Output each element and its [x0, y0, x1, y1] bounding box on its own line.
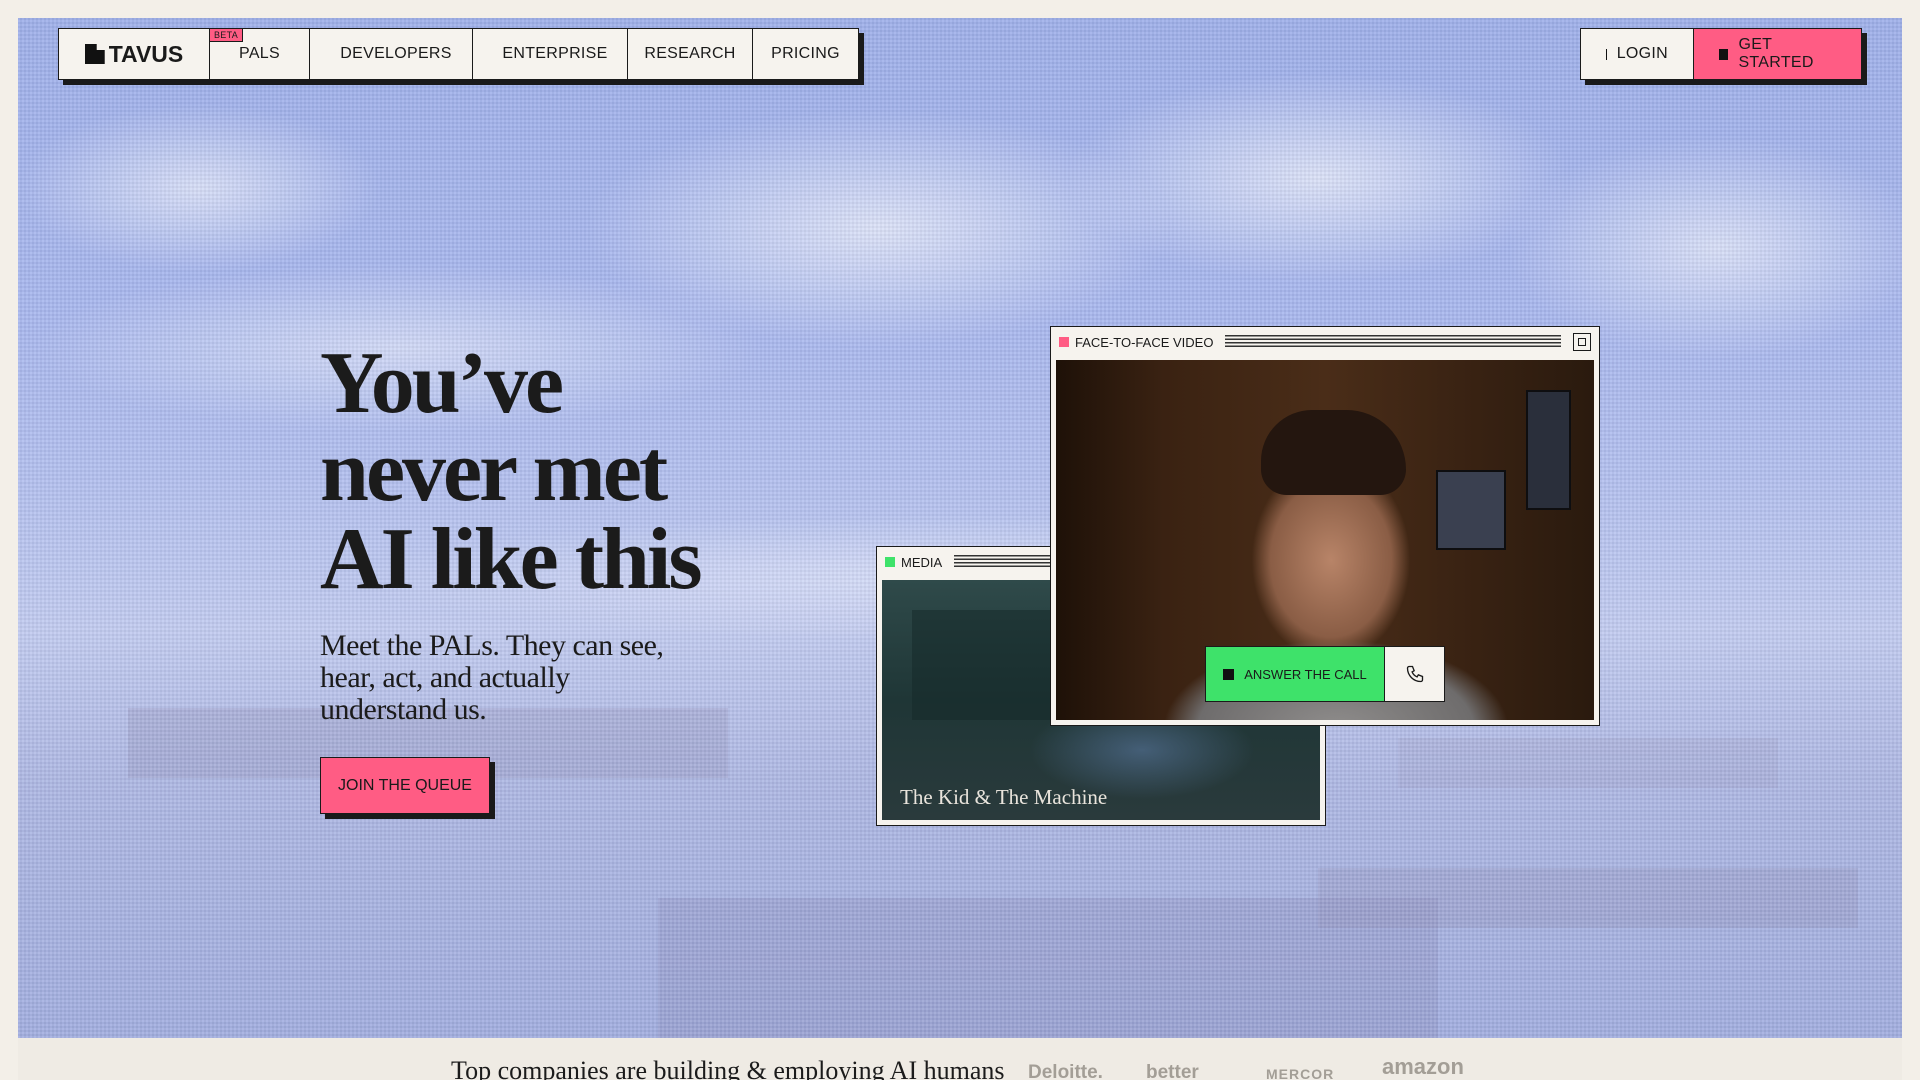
- nav-item-label: PALS: [239, 45, 280, 62]
- media-caption: The Kid & The Machine: [900, 785, 1108, 809]
- tavus-logo[interactable]: TAVUS: [59, 29, 209, 79]
- hero-background: [18, 18, 1902, 1038]
- companies-tagline: Top companies are building & employing A…: [451, 1056, 1005, 1080]
- status-dot-icon: [1059, 337, 1069, 347]
- call-controls: ANSWER THE CALL: [1205, 646, 1445, 702]
- background-slab: [1318, 868, 1858, 928]
- person-hair: [1261, 410, 1406, 495]
- hero-subheadline: Meet the PALs. They can see, hear, act, …: [320, 629, 664, 726]
- phone-icon: [1406, 665, 1423, 683]
- headline-line-3: AI like this: [320, 511, 703, 608]
- nav-item-label: ENTERPRISE: [502, 45, 608, 62]
- logo-amazon: amazon: [1382, 1054, 1464, 1079]
- get-started-button[interactable]: GET STARTED: [1693, 29, 1861, 79]
- login-button[interactable]: LOGIN: [1581, 29, 1693, 79]
- logo-text: TAVUS: [108, 40, 184, 67]
- answer-call-button[interactable]: ANSWER THE CALL: [1206, 647, 1384, 701]
- nav-item-label: PRICING: [771, 45, 840, 62]
- wall-poster: [1436, 470, 1506, 550]
- headline-line-2: never met: [320, 423, 668, 520]
- video-window-title: FACE-TO-FACE VIDEO: [1075, 334, 1214, 350]
- video-window-titlebar[interactable]: FACE-TO-FACE VIDEO: [1051, 327, 1599, 357]
- square-icon: [1223, 668, 1235, 680]
- answer-call-label: ANSWER THE CALL: [1244, 666, 1367, 682]
- logo-better: better: [1146, 1062, 1199, 1080]
- tavus-logo-icon: [84, 44, 105, 64]
- login-label: LOGIN: [1616, 45, 1668, 62]
- nav-item-label: RESEARCH: [644, 45, 736, 62]
- nav-item-developers[interactable]: DEVELOPERS: [309, 29, 472, 79]
- titlebar-stripes: [1225, 335, 1561, 349]
- status-dot-icon: [885, 557, 895, 567]
- companies-strip: Top companies are building & employing A…: [18, 1038, 1902, 1080]
- nav-item-pals[interactable]: BETA PALS: [209, 28, 309, 79]
- nav-item-enterprise[interactable]: ENTERPRISE: [472, 29, 627, 79]
- get-started-label: GET STARTED: [1738, 36, 1814, 71]
- headline-line-1: You’ve: [320, 335, 564, 432]
- nav-item-label: DEVELOPERS: [340, 45, 452, 62]
- logo-deloitte: Deloitte.: [1028, 1062, 1103, 1080]
- media-window-title: MEDIA: [901, 554, 943, 570]
- join-queue-button[interactable]: JOIN THE QUEUE: [320, 757, 490, 814]
- logo-mercor: MERCOR: [1266, 1066, 1335, 1080]
- nav-item-pricing[interactable]: PRICING: [752, 29, 858, 79]
- auth-nav: LOGIN GET STARTED: [1580, 28, 1862, 80]
- maximize-icon[interactable]: [1573, 333, 1591, 351]
- square-icon: [1606, 48, 1607, 60]
- phone-button[interactable]: [1384, 647, 1444, 701]
- background-slab: [1398, 738, 1778, 788]
- beta-badge: BETA: [209, 28, 244, 42]
- nav-item-research[interactable]: RESEARCH: [627, 29, 752, 79]
- main-nav: TAVUS BETA PALS DEVELOPERS ENTERPRISE RE…: [58, 28, 859, 80]
- square-icon: [1719, 48, 1729, 60]
- hero-headline: You’ve never met AI like this: [320, 340, 740, 604]
- wall-poster: [1526, 390, 1571, 510]
